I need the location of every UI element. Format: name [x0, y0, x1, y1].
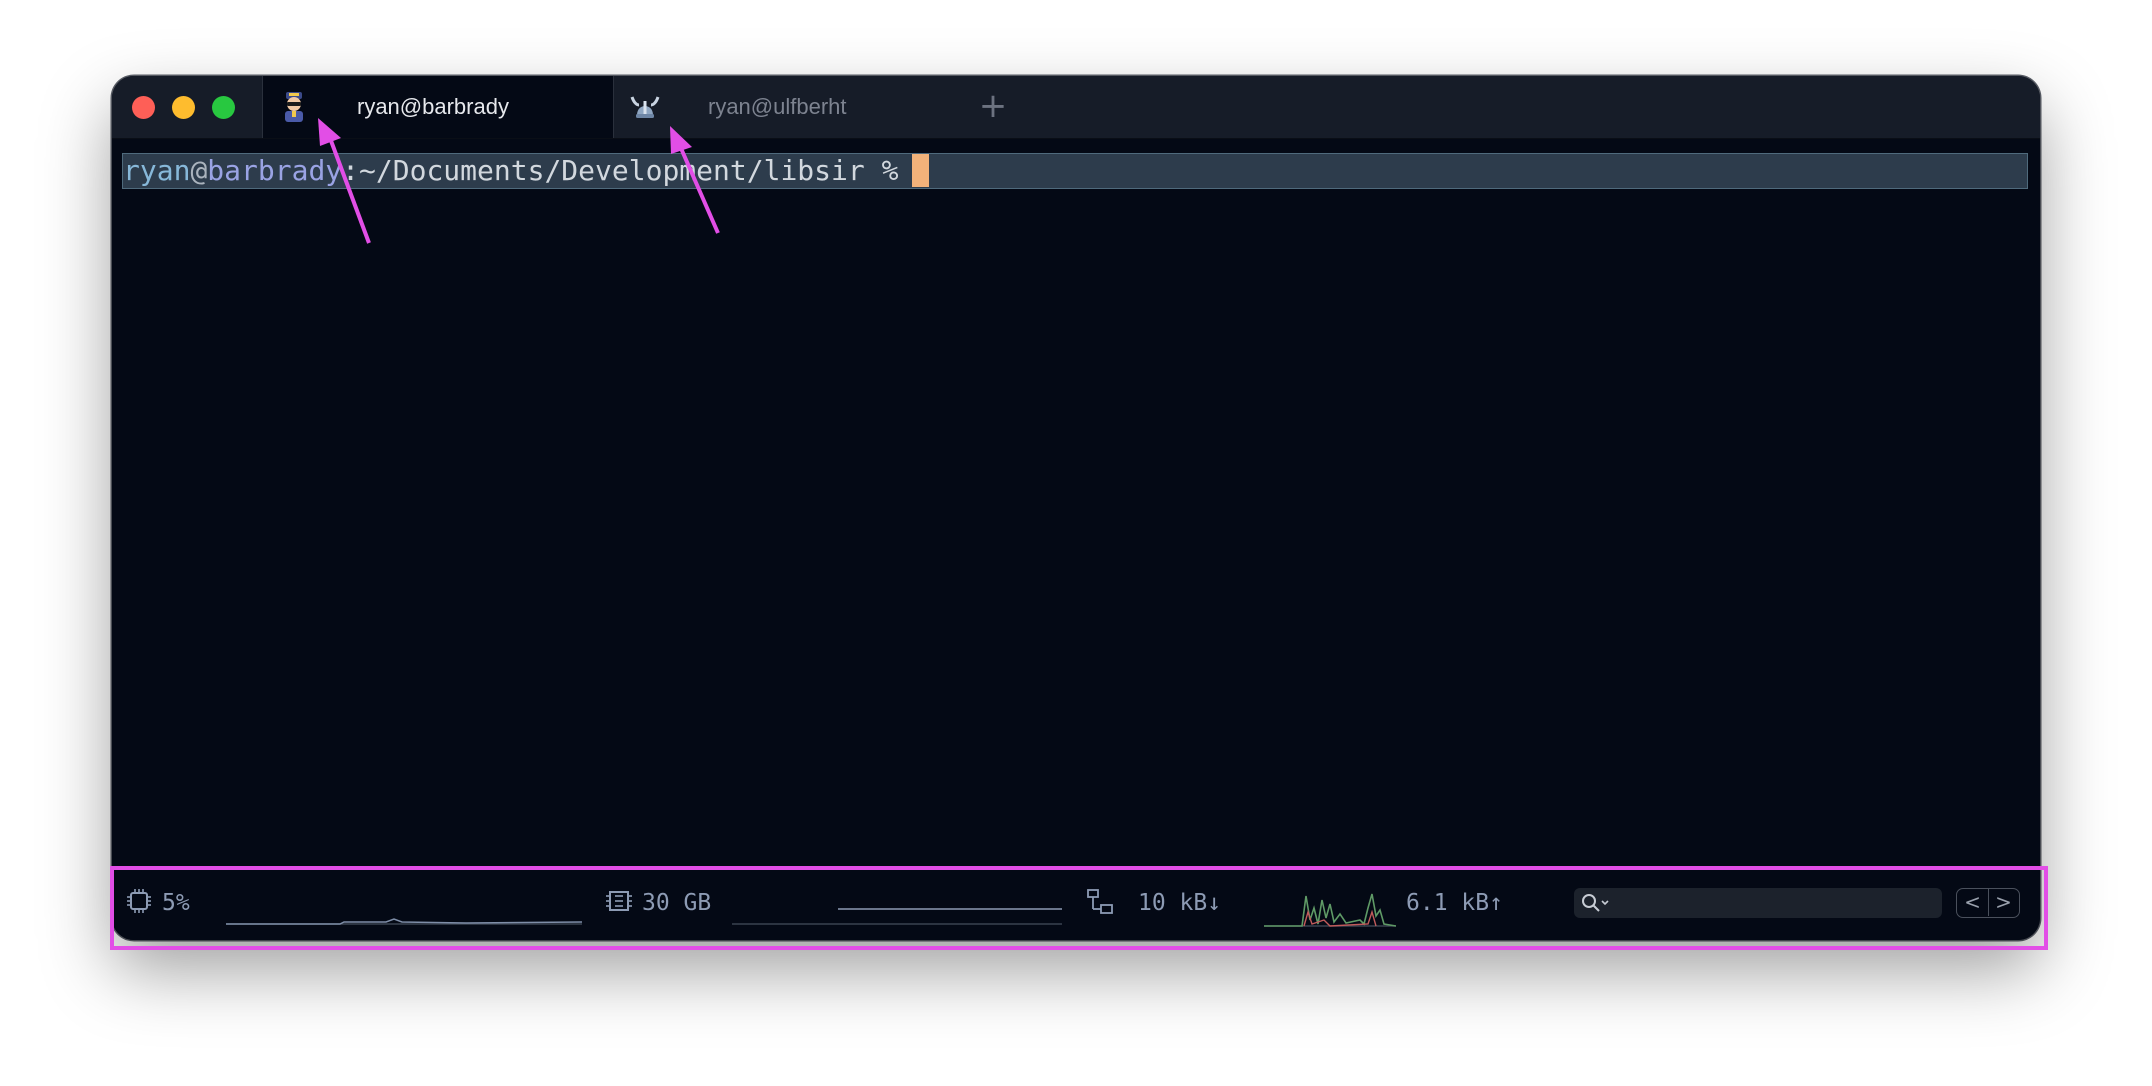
arrow-annotation: [318, 118, 371, 244]
arrow-annotation: [670, 126, 720, 234]
annotation-arrows: [318, 118, 720, 244]
